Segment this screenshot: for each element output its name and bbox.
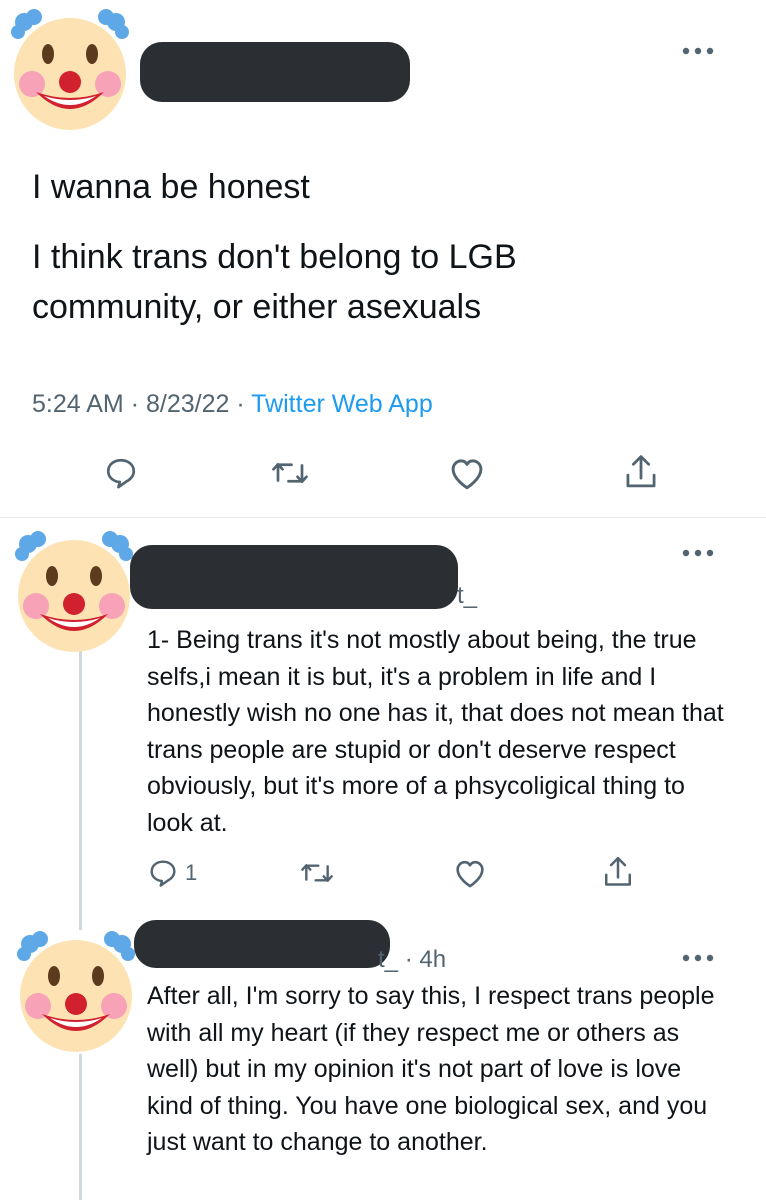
meta-separator: · bbox=[130, 390, 140, 418]
reply-button[interactable] bbox=[103, 455, 139, 491]
reply-avatar[interactable] bbox=[14, 930, 138, 1054]
clown-face-icon bbox=[11, 9, 129, 130]
tweet-text-line1: I wanna be honest bbox=[32, 168, 310, 206]
tweet-time[interactable]: 5:24 AM bbox=[32, 390, 124, 418]
meta-separator: · bbox=[236, 390, 245, 418]
clown-face-icon bbox=[17, 931, 135, 1052]
meta-separator: · bbox=[404, 946, 413, 973]
tweet-text-body: I think trans don't belong to LGB commun… bbox=[32, 238, 517, 326]
share-icon bbox=[604, 856, 632, 886]
handle-fragment: t_ bbox=[378, 946, 399, 973]
more-horizontal-icon[interactable] bbox=[681, 548, 715, 558]
thread-line bbox=[79, 650, 82, 1200]
reply-meta: t_ · 4h bbox=[378, 946, 446, 974]
reply-avatar[interactable] bbox=[12, 530, 136, 654]
tweet-meta: 5:24 AM · 8/23/22 · Twitter Web App bbox=[32, 390, 433, 419]
retweet-icon bbox=[272, 462, 308, 484]
redacted-username bbox=[134, 920, 390, 968]
retweet-icon bbox=[301, 864, 333, 882]
reply-icon bbox=[106, 458, 136, 489]
clown-face-icon bbox=[15, 531, 133, 652]
redacted-username bbox=[130, 545, 458, 609]
share-button[interactable] bbox=[601, 854, 635, 890]
heart-icon bbox=[451, 459, 483, 490]
main-tweet-avatar[interactable] bbox=[8, 8, 132, 132]
reply-text: 1- Being trans it's not mostly about bei… bbox=[147, 626, 724, 837]
handle-fragment: t_ bbox=[457, 582, 478, 609]
redacted-username bbox=[140, 42, 410, 102]
retweet-button[interactable] bbox=[270, 455, 310, 491]
reply-icon bbox=[150, 860, 176, 887]
share-icon bbox=[626, 455, 656, 488]
reply-count: 1 bbox=[185, 860, 198, 885]
more-horizontal-icon[interactable] bbox=[681, 46, 715, 56]
heart-icon bbox=[456, 860, 484, 888]
divider bbox=[0, 517, 766, 518]
more-horizontal-icon[interactable] bbox=[681, 953, 715, 963]
reply-button[interactable]: 1 bbox=[147, 857, 197, 889]
tweet-date[interactable]: 8/23/22 bbox=[146, 390, 229, 418]
like-button[interactable] bbox=[452, 857, 488, 889]
reply-text: After all, I'm sorry to say this, I resp… bbox=[147, 982, 715, 1156]
retweet-button[interactable] bbox=[299, 857, 335, 889]
tweet-source[interactable]: Twitter Web App bbox=[251, 390, 433, 418]
share-button[interactable] bbox=[622, 452, 660, 492]
reply-time[interactable]: 4h bbox=[419, 946, 446, 973]
like-button[interactable] bbox=[447, 455, 487, 491]
